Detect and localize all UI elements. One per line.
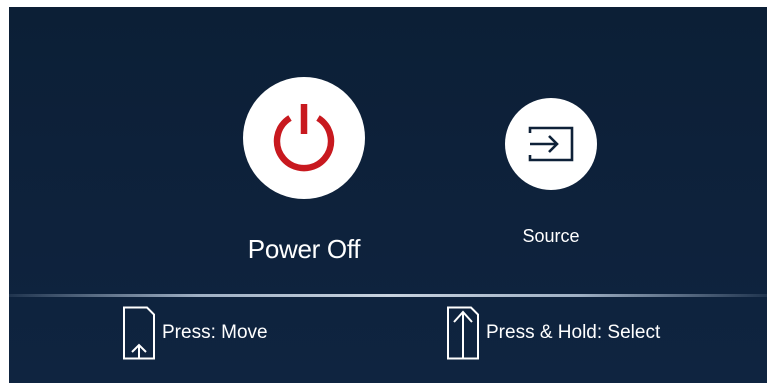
source-input-icon (528, 126, 574, 162)
source-option[interactable]: Source (446, 98, 656, 247)
power-icon (273, 104, 335, 172)
source-button[interactable] (505, 98, 597, 190)
press-hold-icon (447, 306, 479, 360)
source-label: Source (522, 226, 580, 246)
divider (9, 294, 767, 297)
power-off-button[interactable] (243, 77, 365, 199)
press-button-icon (123, 306, 155, 360)
hint-select-label: Press & Hold: Select (486, 322, 661, 343)
control-menu-overlay: Power Off Source Press: Move Press & Hol… (9, 7, 767, 383)
power-off-label: Power Off (247, 234, 361, 264)
hint-select: Press & Hold: Select (446, 306, 661, 360)
hint-move-label: Press: Move (162, 322, 268, 343)
power-off-option[interactable]: Power Off (189, 77, 419, 265)
hint-move: Press: Move (122, 306, 268, 360)
